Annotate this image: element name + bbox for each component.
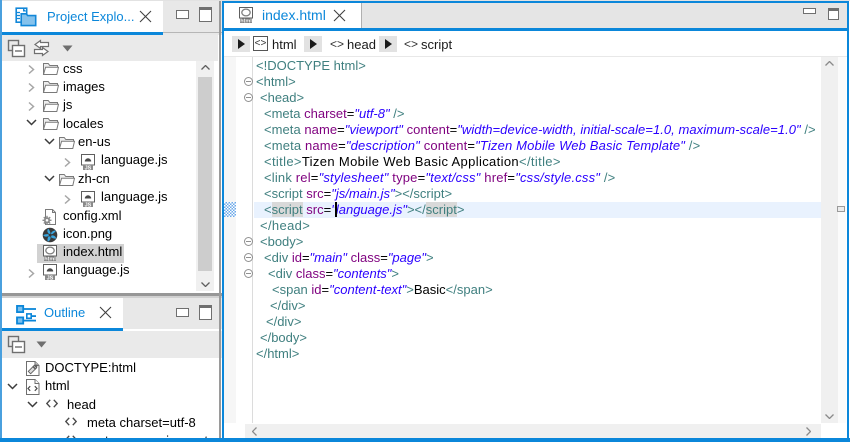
svg-text:JS: JS xyxy=(85,202,92,207)
svg-text:html: html xyxy=(240,18,252,23)
svg-text:html: html xyxy=(44,256,56,261)
svg-text:JS: JS xyxy=(85,165,92,170)
svg-text:JS: JS xyxy=(47,275,54,280)
